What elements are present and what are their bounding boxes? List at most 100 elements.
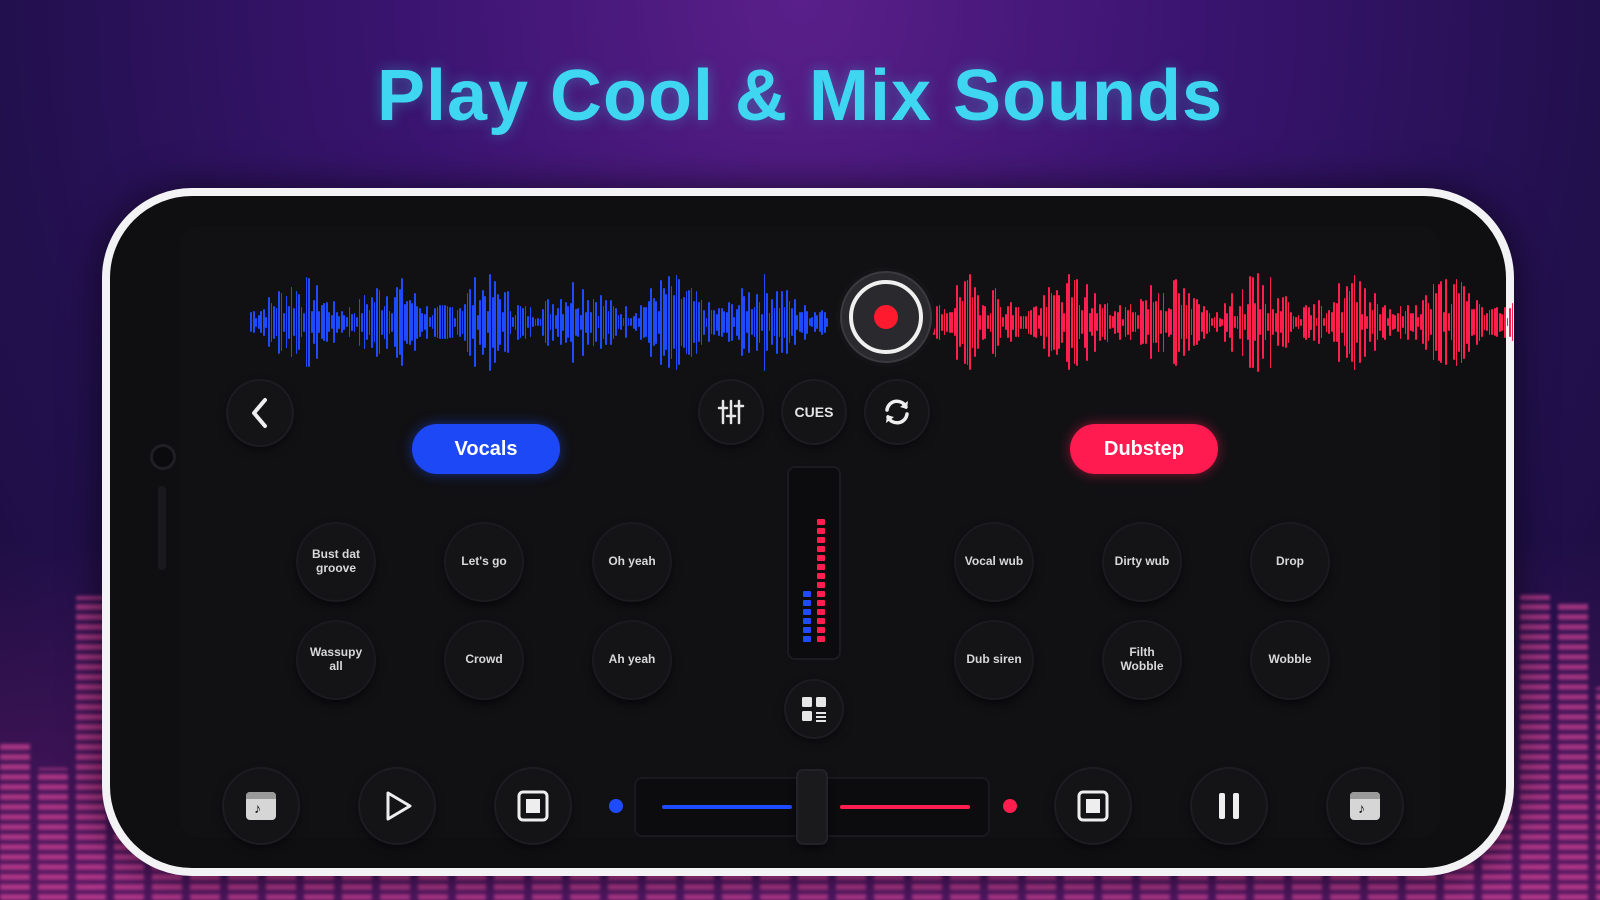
waveform-bar	[1025, 315, 1027, 329]
waveform-bar	[559, 299, 562, 345]
waveform-bar	[1071, 296, 1073, 348]
waveform-bar	[489, 273, 492, 371]
waveform-bar	[756, 293, 758, 351]
waveform-bar	[1302, 306, 1305, 338]
stop-icon	[1077, 790, 1109, 822]
meter-segment	[817, 537, 825, 543]
crossfader[interactable]	[636, 771, 988, 843]
meter-segment	[803, 636, 811, 642]
waveform-bar	[514, 314, 517, 330]
waveform-bar	[1012, 314, 1015, 330]
waveform-bar	[572, 281, 575, 363]
deck-b-stop-button[interactable]	[1056, 769, 1130, 843]
waveform-bar	[278, 290, 280, 354]
waveform-bar	[1137, 315, 1139, 329]
deck-a-pad[interactable]: Wassupy all	[298, 622, 374, 698]
deck-a-pad[interactable]: Crowd	[446, 622, 522, 698]
headline: Play Cool & Mix Sounds	[376, 56, 1224, 136]
waveform-bar	[1284, 296, 1287, 348]
waveform-bar	[288, 305, 290, 339]
deck-a-stop-button[interactable]	[496, 769, 570, 843]
waveform-bar	[1356, 301, 1359, 343]
deck-a-pad[interactable]: Ah yeah	[594, 622, 670, 698]
waveform-bar	[351, 313, 353, 331]
waveform-bar	[986, 315, 989, 329]
waveform-bar	[615, 308, 617, 336]
waveform-bar	[474, 277, 477, 367]
waveform-bar	[1073, 280, 1076, 364]
waveform-bar	[1203, 305, 1206, 339]
waveform-bar	[700, 299, 703, 345]
deck-a-waveform[interactable]	[250, 266, 830, 378]
mixer-settings-button[interactable]	[700, 381, 762, 443]
waveform-bar	[1180, 305, 1183, 339]
waveform-bar	[303, 312, 305, 332]
waveform-bar	[1346, 286, 1348, 358]
record-button[interactable]	[840, 271, 932, 363]
deck-b-pad[interactable]: Vocal wub	[956, 524, 1032, 600]
waveform-bar	[429, 317, 431, 327]
waveform-bar	[710, 310, 713, 334]
waveform-bar	[421, 312, 424, 332]
deck-a-category-button[interactable]: Vocals	[412, 424, 560, 474]
waveform-bar	[602, 305, 605, 339]
waveform-bar	[984, 305, 987, 339]
waveform-bar	[268, 297, 270, 347]
deck-b-pad[interactable]: Filth Wobble	[1104, 622, 1180, 698]
waveform-bar	[1134, 312, 1137, 332]
waveform-bar	[979, 314, 982, 330]
waveform-bar	[1244, 314, 1246, 330]
deck-b-pause-button[interactable]	[1192, 769, 1266, 843]
pads-grid-button[interactable]	[786, 681, 842, 737]
deck-b-pad[interactable]: Drop	[1252, 524, 1328, 600]
deck-a-pad[interactable]: Oh yeah	[594, 524, 670, 600]
waveform-bar	[476, 314, 479, 330]
waveform-bar	[705, 317, 708, 327]
meter-segment	[803, 609, 811, 615]
deck-b-load-button[interactable]: ♪	[1328, 769, 1402, 843]
waveform-bar	[605, 299, 607, 345]
waveform-bar	[796, 314, 799, 330]
waveform-bar	[534, 318, 537, 326]
waveform-bar	[948, 311, 951, 333]
waveform-bar	[335, 311, 338, 333]
cues-button[interactable]: CUES	[783, 381, 845, 443]
deck-a-play-button[interactable]	[360, 769, 434, 843]
grid-icon	[802, 697, 826, 722]
deck-b-pad[interactable]: Dub siren	[956, 622, 1032, 698]
waveform-bar	[262, 308, 265, 336]
waveform-bar	[298, 294, 300, 350]
waveform-bar	[936, 305, 938, 339]
sync-button[interactable]	[866, 381, 928, 443]
waveform-bar	[1501, 313, 1504, 331]
waveform-bar	[1404, 310, 1407, 334]
waveform-bar	[590, 311, 592, 333]
crossfader-handle[interactable]	[798, 771, 826, 843]
deck-a-pad[interactable]: Let's go	[446, 524, 522, 600]
waveform-bar	[1190, 309, 1193, 335]
waveform-bar	[1409, 313, 1412, 331]
waveform-bar	[1116, 311, 1119, 333]
waveform-bar	[1004, 314, 1007, 330]
waveform-bar	[735, 308, 738, 336]
waveform-bar	[693, 301, 695, 343]
deck-b-category-button[interactable]: Dubstep	[1070, 424, 1218, 474]
deck-b-waveform[interactable]	[928, 266, 1514, 378]
waveform-bar	[640, 304, 643, 340]
deck-a-pad[interactable]: Bust dat groove	[298, 524, 374, 600]
deck-a-load-button[interactable]: ♪	[224, 769, 298, 843]
back-button[interactable]	[228, 381, 292, 445]
deck-b-pad[interactable]: Dirty wub	[1104, 524, 1180, 600]
waveform-bar	[1384, 304, 1387, 340]
waveform-bar	[768, 313, 771, 331]
deck-b-pad[interactable]: Wobble	[1252, 622, 1328, 698]
music-file-icon: ♪	[1350, 792, 1380, 820]
waveform-bar	[1481, 307, 1483, 337]
waveform-bar	[320, 305, 323, 339]
waveform-bar	[469, 288, 471, 356]
waveform-bar	[703, 309, 705, 335]
waveform-bar	[393, 297, 396, 347]
waveform-bar	[408, 299, 411, 345]
waveform-bar	[778, 307, 781, 337]
waveform-bar	[1330, 312, 1333, 332]
